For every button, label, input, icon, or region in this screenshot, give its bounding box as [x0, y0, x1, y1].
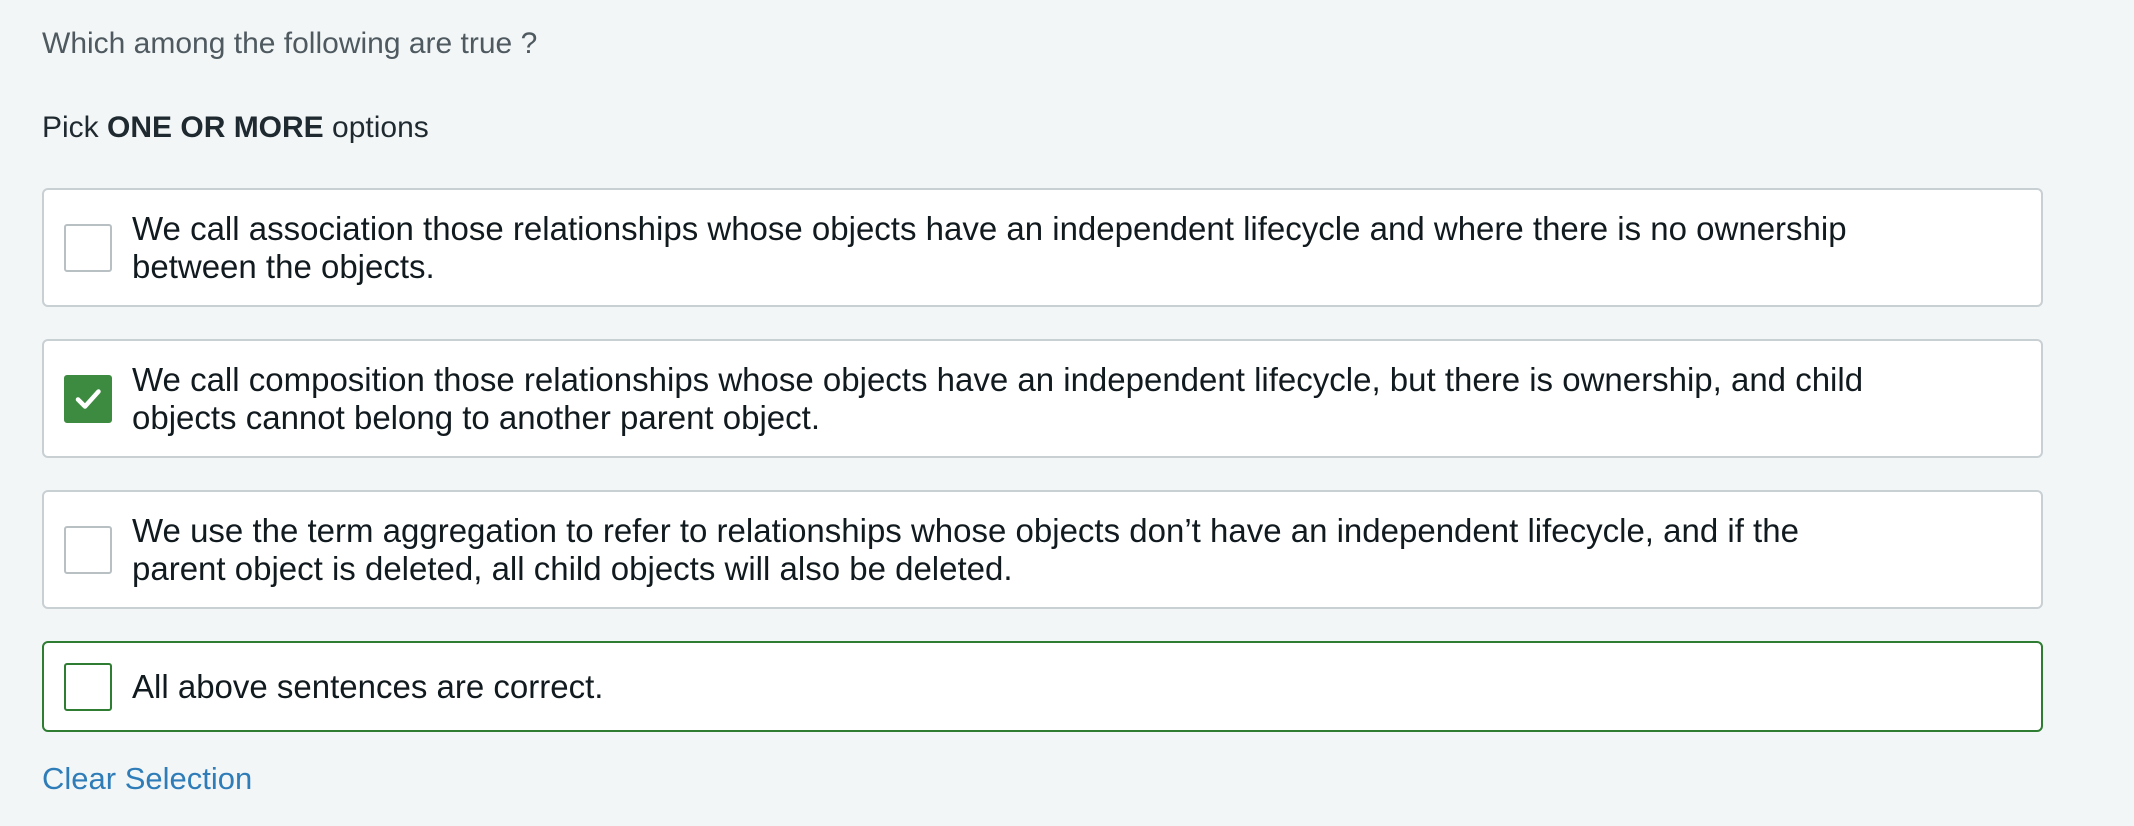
check-icon [75, 388, 101, 409]
clear-selection-link[interactable]: Clear Selection [42, 760, 252, 798]
option-text: We call composition those relationships … [132, 360, 1864, 436]
instruction-prefix: Pick [42, 111, 108, 144]
option-text: We call association those relationships … [132, 209, 1847, 285]
question-text: Which among the following are true ? [42, 27, 538, 60]
option-aggregation[interactable]: We use the term aggregation to refer to … [42, 490, 2043, 609]
selection-instruction: Pick ONE OR MORE options [42, 110, 429, 146]
option-checkbox-checked[interactable] [64, 374, 112, 423]
option-text: We use the term aggregation to refer to … [132, 511, 1799, 587]
options-list: We call association those relationships … [42, 188, 2043, 764]
option-checkbox[interactable] [64, 223, 112, 272]
option-all-correct[interactable]: All above sentences are correct. [42, 641, 2043, 732]
option-association[interactable]: We call association those relationships … [42, 188, 2043, 307]
option-checkbox[interactable] [64, 662, 112, 711]
option-composition[interactable]: We call composition those relationships … [42, 339, 2043, 458]
instruction-emphasis: ONE OR MORE [107, 111, 324, 144]
option-text: All above sentences are correct. [132, 667, 604, 705]
option-checkbox[interactable] [64, 525, 112, 574]
instruction-suffix: options [323, 111, 429, 144]
